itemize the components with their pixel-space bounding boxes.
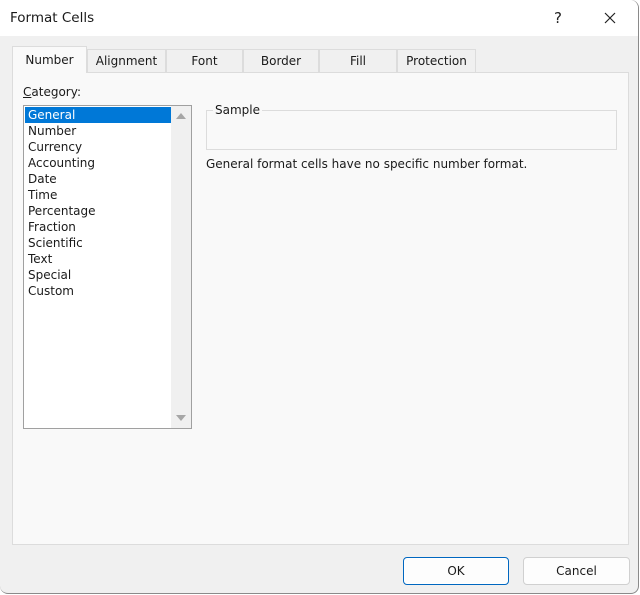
cancel-button[interactable]: Cancel — [523, 557, 630, 585]
format-cells-dialog: Format Cells ? Number Alignment Font Bor… — [0, 0, 639, 594]
category-list: General Number Currency Accounting Date Time P… — [25, 107, 171, 299]
category-item-accounting[interactable]: Accounting — [25, 155, 171, 171]
close-button[interactable] — [596, 4, 624, 32]
tab-border[interactable]: Border — [243, 49, 319, 72]
category-label: Category: — [23, 85, 81, 99]
scroll-down-button[interactable] — [171, 409, 191, 427]
category-item-fraction[interactable]: Fraction — [25, 219, 171, 235]
triangle-down-icon — [176, 415, 186, 421]
tab-font[interactable]: Font — [166, 49, 243, 72]
triangle-up-icon — [176, 113, 186, 119]
sample-group: Sample — [206, 103, 617, 150]
sample-label: Sample — [213, 103, 262, 117]
category-item-text[interactable]: Text — [25, 251, 171, 267]
category-item-date[interactable]: Date — [25, 171, 171, 187]
format-description: General format cells have no specific nu… — [206, 157, 528, 171]
category-item-time[interactable]: Time — [25, 187, 171, 203]
tab-protection[interactable]: Protection — [397, 49, 476, 72]
title-bar: Format Cells ? — [0, 0, 638, 36]
category-scrollbar[interactable] — [171, 106, 191, 428]
tab-alignment[interactable]: Alignment — [87, 49, 166, 72]
category-item-special[interactable]: Special — [25, 267, 171, 283]
category-item-currency[interactable]: Currency — [25, 139, 171, 155]
category-label-text: ategory: — [31, 85, 81, 99]
scroll-up-button[interactable] — [171, 107, 191, 125]
dialog-title: Format Cells — [10, 10, 95, 26]
tab-number[interactable]: Number — [12, 46, 87, 73]
ok-button[interactable]: OK — [403, 557, 509, 585]
category-item-number[interactable]: Number — [25, 123, 171, 139]
category-item-percentage[interactable]: Percentage — [25, 203, 171, 219]
help-button[interactable]: ? — [548, 6, 568, 30]
category-item-general[interactable]: General — [25, 107, 171, 123]
category-listbox[interactable]: General Number Currency Accounting Date Time P… — [23, 105, 192, 429]
number-tab-panel: Category: General Number Currency Accountin… — [12, 72, 629, 545]
tab-fill[interactable]: Fill — [319, 49, 397, 72]
category-item-scientific[interactable]: Scientific — [25, 235, 171, 251]
category-item-custom[interactable]: Custom — [25, 283, 171, 299]
close-icon — [604, 12, 616, 24]
